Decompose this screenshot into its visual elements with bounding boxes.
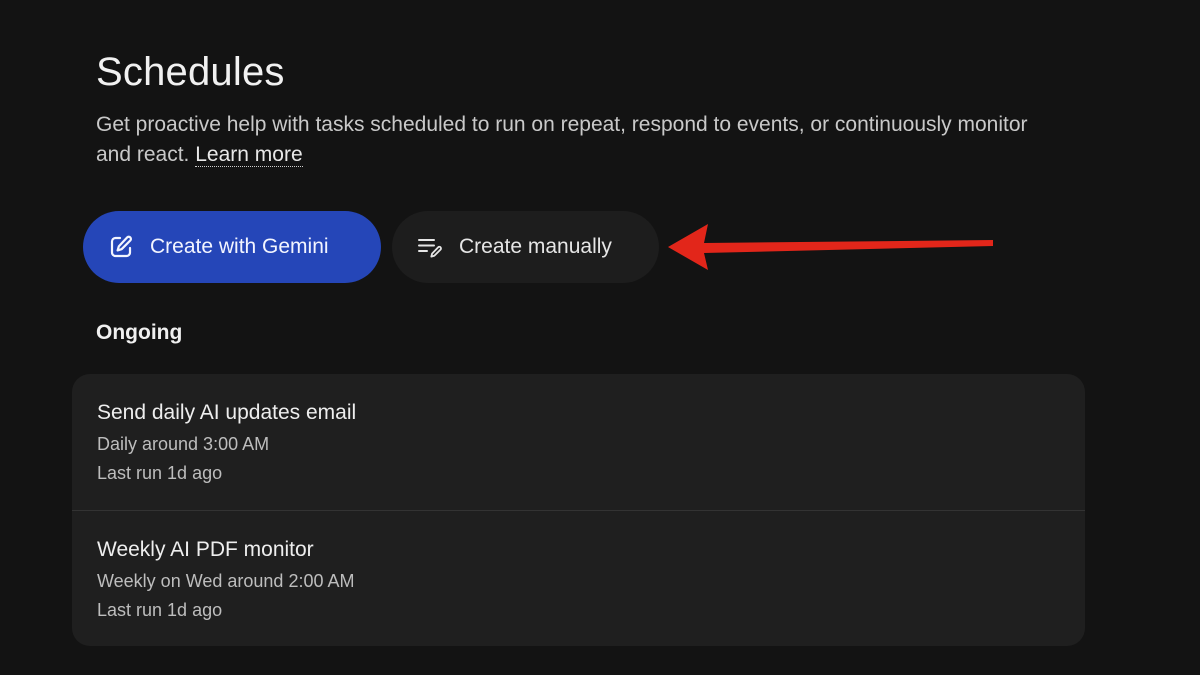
create-manually-label: Create manually xyxy=(459,235,612,258)
schedule-frequency: Daily around 3:00 AM xyxy=(97,434,270,454)
notes-edit-icon xyxy=(416,233,444,261)
ongoing-section-title: Ongoing xyxy=(96,321,183,344)
annotation-arrow xyxy=(668,224,993,270)
schedules-list: Send daily AI updates email Daily around… xyxy=(72,374,1085,646)
schedule-item-daily-ai-updates[interactable]: Send daily AI updates email Daily around… xyxy=(72,374,1085,510)
edit-square-icon xyxy=(107,233,135,261)
schedule-name: Send daily AI updates email xyxy=(97,401,357,424)
page-title: Schedules xyxy=(96,50,285,94)
schedules-page: Schedules Get proactive help with tasks … xyxy=(0,0,1200,675)
learn-more-link[interactable]: Learn more xyxy=(195,143,303,167)
schedule-last-run: Last run 1d ago xyxy=(97,463,223,483)
page-description: Get proactive help with tasks scheduled … xyxy=(96,110,1056,170)
schedule-name: Weekly AI PDF monitor xyxy=(97,538,314,561)
schedule-item-weekly-ai-pdf-monitor[interactable]: Weekly AI PDF monitor Weekly on Wed arou… xyxy=(72,510,1085,646)
create-with-gemini-label: Create with Gemini xyxy=(150,235,329,258)
create-with-gemini-button[interactable]: Create with Gemini xyxy=(83,211,381,283)
schedule-frequency: Weekly on Wed around 2:00 AM xyxy=(97,571,355,591)
create-manually-button[interactable]: Create manually xyxy=(392,211,659,283)
schedule-last-run: Last run 1d ago xyxy=(97,600,223,620)
